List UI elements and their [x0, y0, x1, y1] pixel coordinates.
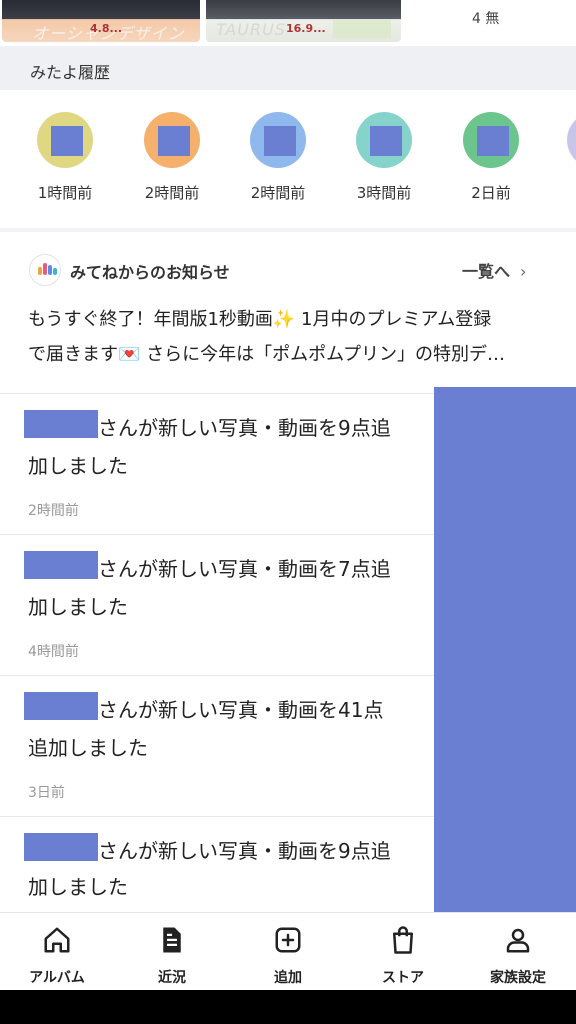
history-avatar[interactable]: 2日前 — [441, 112, 541, 203]
news-more-link[interactable]: 一覧へ › — [462, 258, 526, 282]
avatar — [356, 112, 412, 168]
person-icon — [506, 928, 530, 953]
redacted-name — [24, 833, 98, 861]
avatar-time: 1時間前 — [37, 184, 93, 202]
feed-item[interactable]: さんが新しい写真・動画を9点追 加しました — [0, 817, 434, 913]
feed-item[interactable]: さんが新しい写真・動画を9点追 加しました 2時間前 — [0, 394, 434, 534]
news-title: みてねからのお知らせ — [70, 263, 230, 282]
add-square-icon — [275, 927, 301, 953]
nav-label: 追加 — [274, 970, 302, 986]
history-title: みたよ履歴 — [30, 63, 111, 82]
home-icon — [44, 927, 70, 953]
album-thumbnail[interactable]: TAURUS 16.9... — [206, 0, 401, 42]
logo-bar — [48, 265, 52, 275]
redacted-name — [24, 692, 98, 720]
feed-item[interactable]: さんが新しい写真・動画を7点追 加しました 4時間前 — [0, 535, 434, 675]
document-icon — [163, 927, 181, 953]
history-avatar-row: 1時間前 2時間前 2時間前 3時間前 2日前 — [0, 90, 576, 228]
app-screen: オーシャンデザイン 4.8... TAURUS 16.9... 4 無 みたよ履… — [0, 0, 576, 990]
avatar-time: 2時間前 — [144, 184, 200, 202]
history-header: みたよ履歴 — [0, 46, 576, 90]
nav-store[interactable]: ストア — [353, 925, 453, 987]
history-avatar[interactable]: 1時間前 — [15, 112, 115, 203]
bottom-nav: アルバム 近況 追加 ストア 家族設定 — [0, 912, 576, 990]
feed-text: さんが新しい写真・動画を7点追 — [98, 557, 391, 581]
album-strip-label: 4 無 — [472, 11, 500, 27]
history-avatar[interactable]: 3時間前 — [334, 112, 434, 203]
nav-label: 家族設定 — [490, 970, 546, 986]
thumbnail-badge: 16.9... — [286, 22, 326, 35]
thumbnail-text: TAURUS — [216, 20, 286, 39]
avatar — [250, 112, 306, 168]
nav-album[interactable]: アルバム — [7, 925, 107, 987]
news-more-label: 一覧へ — [462, 262, 511, 281]
history-avatar[interactable]: 2時間前 — [228, 112, 328, 203]
avatar — [144, 112, 200, 168]
history-avatar-partial[interactable] — [567, 112, 576, 168]
avatar — [37, 112, 93, 168]
system-navigation-bar — [0, 990, 576, 1024]
album-strip: オーシャンデザイン 4.8... TAURUS 16.9... 4 無 — [0, 0, 576, 46]
news-body[interactable]: もうすぐ終了！年間版1秒動画✨ 1月中のプレミアム登録 で届きます💌 さらに今年… — [28, 302, 548, 372]
logo-bar — [43, 263, 47, 275]
mitene-logo-icon — [29, 254, 61, 286]
avatar-redaction — [51, 126, 83, 156]
album-thumbnail[interactable]: オーシャンデザイン 4.8... — [2, 0, 200, 42]
feed-text: さんが新しい写真・動画を9点追 — [98, 416, 391, 440]
chevron-right-icon: › — [520, 262, 527, 281]
redaction-block — [434, 387, 576, 917]
news-line: で届きます💌 さらに今年は「ポムポムプリン」の特別デ… — [28, 344, 506, 365]
feed-text: 追加しました — [28, 736, 148, 760]
feed-text: 加しました — [28, 595, 128, 619]
logo-bar — [38, 267, 42, 275]
feed-text: 加しました — [28, 454, 128, 478]
feed-text: 加しました — [28, 875, 128, 899]
feed-item[interactable]: さんが新しい写真・動画を41点 追加しました 3日前 — [0, 676, 434, 816]
nav-label: アルバム — [29, 970, 85, 986]
avatar-redaction — [370, 126, 402, 156]
redacted-name — [24, 410, 98, 438]
logo-bar — [53, 268, 57, 275]
thumbnail-badge: 4.8... — [90, 22, 123, 35]
shopping-bag-icon — [393, 926, 413, 954]
feed-time: 4時間前 — [28, 644, 79, 660]
redacted-name — [24, 551, 98, 579]
avatar-redaction — [264, 126, 296, 156]
news-line: もうすぐ終了！年間版1秒動画✨ 1月中のプレミアム登録 — [28, 309, 492, 330]
avatar — [463, 112, 519, 168]
history-avatar[interactable]: 2時間前 — [122, 112, 222, 203]
nav-add[interactable]: 追加 — [238, 925, 338, 987]
nav-family-settings[interactable]: 家族設定 — [468, 925, 568, 987]
nav-label: 近況 — [158, 970, 186, 986]
news-section[interactable]: みてねからのお知らせ 一覧へ › もうすぐ終了！年間版1秒動画✨ 1月中のプレミア… — [0, 232, 576, 394]
nav-updates[interactable]: 近況 — [122, 925, 222, 987]
feed-text: さんが新しい写真・動画を9点追 — [98, 839, 391, 863]
feed-time: 2時間前 — [28, 503, 79, 519]
avatar-time: 2日前 — [471, 184, 511, 202]
thumbnail-inset — [333, 20, 391, 38]
feed-time: 3日前 — [28, 785, 65, 801]
nav-label: ストア — [382, 970, 424, 986]
avatar-time: 3時間前 — [356, 184, 412, 202]
avatar-time: 2時間前 — [250, 184, 306, 202]
feed-text: さんが新しい写真・動画を41点 — [98, 698, 384, 722]
avatar-redaction — [477, 126, 509, 156]
avatar-redaction — [158, 126, 190, 156]
